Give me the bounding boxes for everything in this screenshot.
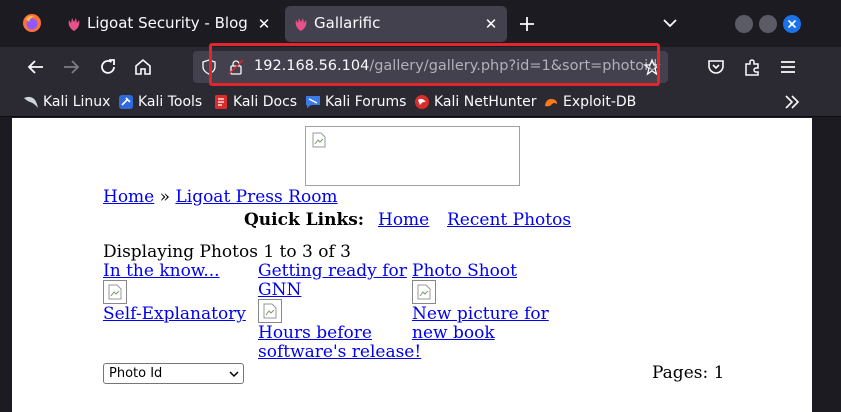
- exploit-db-icon: [545, 99, 557, 107]
- displaying-count: Displaying Photos 1 to 3 of 3: [103, 242, 351, 262]
- forward-arrow-icon[interactable]: [60, 56, 82, 78]
- bookmark-label: Kali Tools: [138, 94, 203, 110]
- kali-tools-icon: [119, 95, 133, 109]
- kali-nethunter-icon: [415, 95, 429, 109]
- tab-ligoat-blog[interactable]: Ligoat Security - Blog ✕: [58, 6, 280, 42]
- photo-caption-link[interactable]: software's release!: [258, 342, 421, 362]
- url-text[interactable]: 192.168.56.104/gallery/gallery.php?id=1&…: [254, 58, 657, 74]
- bookmark-kali-forums[interactable]: Kali Forums: [305, 92, 406, 112]
- broken-image-icon: [263, 303, 277, 319]
- breadcrumb: Home » Ligoat Press Room: [103, 187, 338, 207]
- chevron-down-icon[interactable]: [661, 14, 679, 32]
- pages-indicator: Pages: 1: [652, 363, 725, 383]
- bookmark-kali-tools[interactable]: Kali Tools: [118, 92, 202, 112]
- bookmark-kali-linux[interactable]: Kali Linux: [23, 92, 110, 112]
- tab-bar: Ligoat Security - Blog ✕ Gallarific ✕: [0, 0, 841, 47]
- window-edge: [812, 118, 841, 412]
- back-arrow-icon[interactable]: [25, 56, 47, 78]
- quick-link-recent-photos[interactable]: Recent Photos: [447, 210, 571, 230]
- broken-image-icon: [312, 132, 326, 148]
- photo-title-link[interactable]: Getting ready for: [258, 261, 407, 281]
- window-edge: [0, 118, 12, 412]
- url-bar[interactable]: 192.168.56.104/gallery/gallery.php?id=1&…: [193, 51, 668, 83]
- photo-thumbnail[interactable]: [103, 280, 127, 304]
- insecure-lock-icon[interactable]: [228, 59, 244, 75]
- close-icon: [787, 19, 797, 29]
- quick-link-home[interactable]: Home: [378, 210, 429, 230]
- bookmark-label: Kali Linux: [43, 94, 111, 110]
- hamburger-menu-icon[interactable]: [777, 56, 799, 78]
- bookmark-label: Kali Forums: [325, 94, 407, 110]
- kali-docs-icon: [215, 95, 227, 109]
- photo-caption-link[interactable]: new book: [412, 323, 495, 343]
- photo-title-link[interactable]: GNN: [258, 280, 301, 300]
- banner-image: [305, 126, 520, 186]
- bookmark-exploit-db[interactable]: Exploit-DB: [543, 92, 636, 112]
- extensions-icon[interactable]: [741, 56, 763, 78]
- sort-selected-value: Photo Id: [109, 366, 163, 381]
- kali-forums-icon: [306, 96, 320, 108]
- bookmark-label: Kali Docs: [233, 94, 298, 110]
- photo-thumbnail[interactable]: [258, 299, 282, 323]
- url-path: /gallery/gallery.php?id=1&sort=photoid: [369, 58, 658, 74]
- broken-image-icon: [417, 284, 431, 300]
- photo-caption-link[interactable]: Hours before: [258, 323, 372, 343]
- url-host: 192.168.56.104: [254, 58, 370, 74]
- bookmark-kali-docs[interactable]: Kali Docs: [213, 92, 297, 112]
- bookmarks-toolbar: Kali Linux Kali Tools Kali Docs Kali For…: [0, 87, 841, 117]
- gallery-favicon-icon: [68, 18, 80, 31]
- photo-title-link[interactable]: Photo Shoot: [412, 261, 517, 281]
- quick-links-label: Quick Links:: [244, 210, 365, 230]
- reload-icon[interactable]: [97, 56, 119, 78]
- tab-close-icon[interactable]: ✕: [482, 15, 500, 33]
- chevron-double-right-icon[interactable]: [782, 93, 802, 111]
- bookmark-label: Exploit-DB: [563, 94, 637, 110]
- broken-image-icon: [108, 284, 122, 300]
- sort-select[interactable]: Photo Id: [103, 363, 244, 384]
- pocket-icon[interactable]: [705, 56, 727, 78]
- navigation-toolbar: 192.168.56.104/gallery/gallery.php?id=1&…: [0, 47, 841, 87]
- home-icon[interactable]: [132, 56, 154, 78]
- page-viewport: Home » Ligoat Press Room Quick Links: Ho…: [12, 118, 812, 412]
- bookmark-star-icon[interactable]: [643, 58, 661, 76]
- photo-caption-link[interactable]: New picture for: [412, 304, 549, 324]
- bookmark-kali-nethunter[interactable]: Kali NetHunter: [414, 92, 536, 112]
- tab-title: Ligoat Security - Blog: [87, 14, 248, 32]
- tab-gallarific[interactable]: Gallarific ✕: [285, 6, 507, 42]
- kali-dragon-icon: [24, 96, 38, 108]
- photo-caption-link[interactable]: Self-Explanatory: [103, 304, 246, 324]
- tab-title: Gallarific: [314, 14, 381, 32]
- breadcrumb-separator: »: [159, 187, 171, 207]
- photo-title-link[interactable]: In the know...: [103, 261, 220, 281]
- bookmark-label: Kali NetHunter: [434, 94, 537, 110]
- gallery-favicon-icon: [295, 18, 307, 31]
- maximize-button[interactable]: [759, 15, 777, 33]
- new-tab-plus-icon[interactable]: [516, 13, 538, 35]
- chevron-down-icon: [229, 371, 239, 378]
- breadcrumb-current-link[interactable]: Ligoat Press Room: [175, 187, 337, 207]
- breadcrumb-home-link[interactable]: Home: [103, 187, 154, 207]
- photo-thumbnail[interactable]: [412, 280, 436, 304]
- close-window-button[interactable]: [783, 15, 801, 33]
- shield-icon[interactable]: [201, 59, 217, 75]
- tab-close-icon[interactable]: ✕: [255, 15, 273, 33]
- minimize-button[interactable]: [735, 15, 753, 33]
- firefox-icon[interactable]: [22, 13, 42, 33]
